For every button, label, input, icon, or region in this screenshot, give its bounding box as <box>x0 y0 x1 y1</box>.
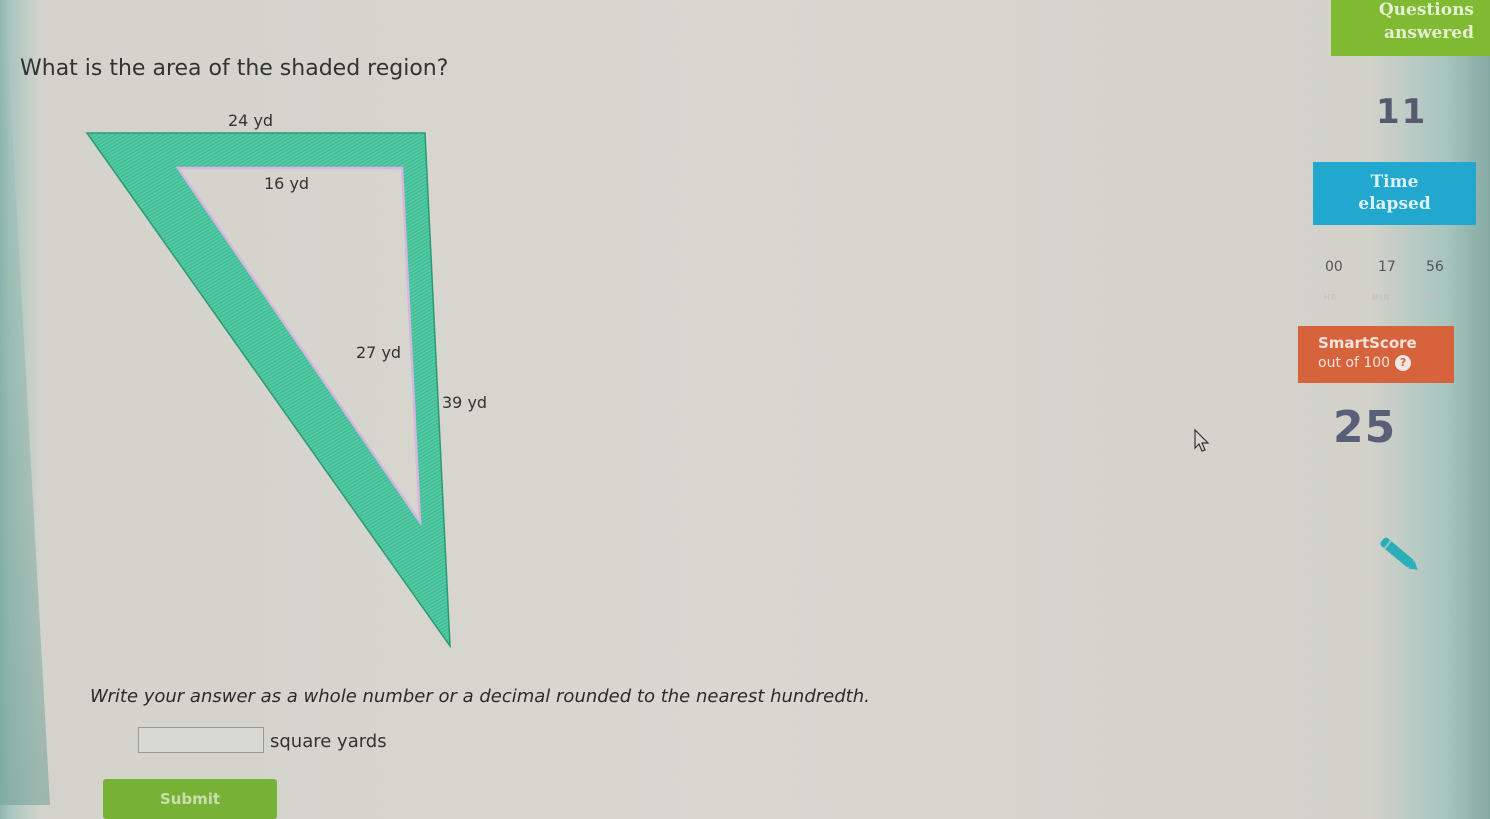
outer-top-label: 24 yd <box>228 111 274 130</box>
help-icon[interactable]: ? <box>1395 355 1412 371</box>
questions-answered-label-1: Questions <box>1378 0 1474 20</box>
questions-answered-header: Questions answered <box>1331 0 1490 56</box>
time-minutes-label: MIN <box>1372 293 1391 302</box>
inner-side-label: 27 yd <box>356 343 402 362</box>
smartscore-header: SmartScore out of 100 ? <box>1298 326 1454 383</box>
time-hours: 00 <box>1325 259 1343 275</box>
time-minutes: 17 <box>1378 259 1396 275</box>
shaded-region-figure: 24 yd 16 yd 27 yd 39 yd <box>0 0 600 660</box>
time-elapsed-header: Time elapsed <box>1313 162 1476 225</box>
smartscore-label: SmartScore <box>1318 334 1417 352</box>
submit-button[interactable]: Submit <box>103 779 277 819</box>
time-elapsed-label-1: Time <box>1370 172 1419 192</box>
time-hours-label: HR <box>1324 293 1338 302</box>
practice-page: What is the area of the shaded region? 2… <box>0 0 1490 819</box>
smartscore-sublabel: out of 100 <box>1318 355 1391 371</box>
outer-side-label: 39 yd <box>442 393 488 412</box>
smartscore-value: 25 <box>1333 402 1397 453</box>
time-seconds-label: SEC <box>1422 293 1441 302</box>
time-seconds: 56 <box>1426 259 1444 275</box>
questions-answered-count: 11 <box>1376 92 1428 132</box>
answer-instruction: Write your answer as a whole number or a… <box>90 686 870 707</box>
answer-input[interactable] <box>138 727 264 753</box>
pencil-icon[interactable] <box>1375 530 1425 580</box>
triangle-diagram <box>85 132 451 649</box>
time-elapsed-label-2: elapsed <box>1358 194 1431 214</box>
inner-top-label: 16 yd <box>264 174 310 193</box>
shaded-region <box>85 132 451 649</box>
answer-unit: square yards <box>270 731 387 752</box>
questions-answered-label-2: answered <box>1383 23 1474 43</box>
mouse-cursor-icon <box>1194 428 1210 452</box>
